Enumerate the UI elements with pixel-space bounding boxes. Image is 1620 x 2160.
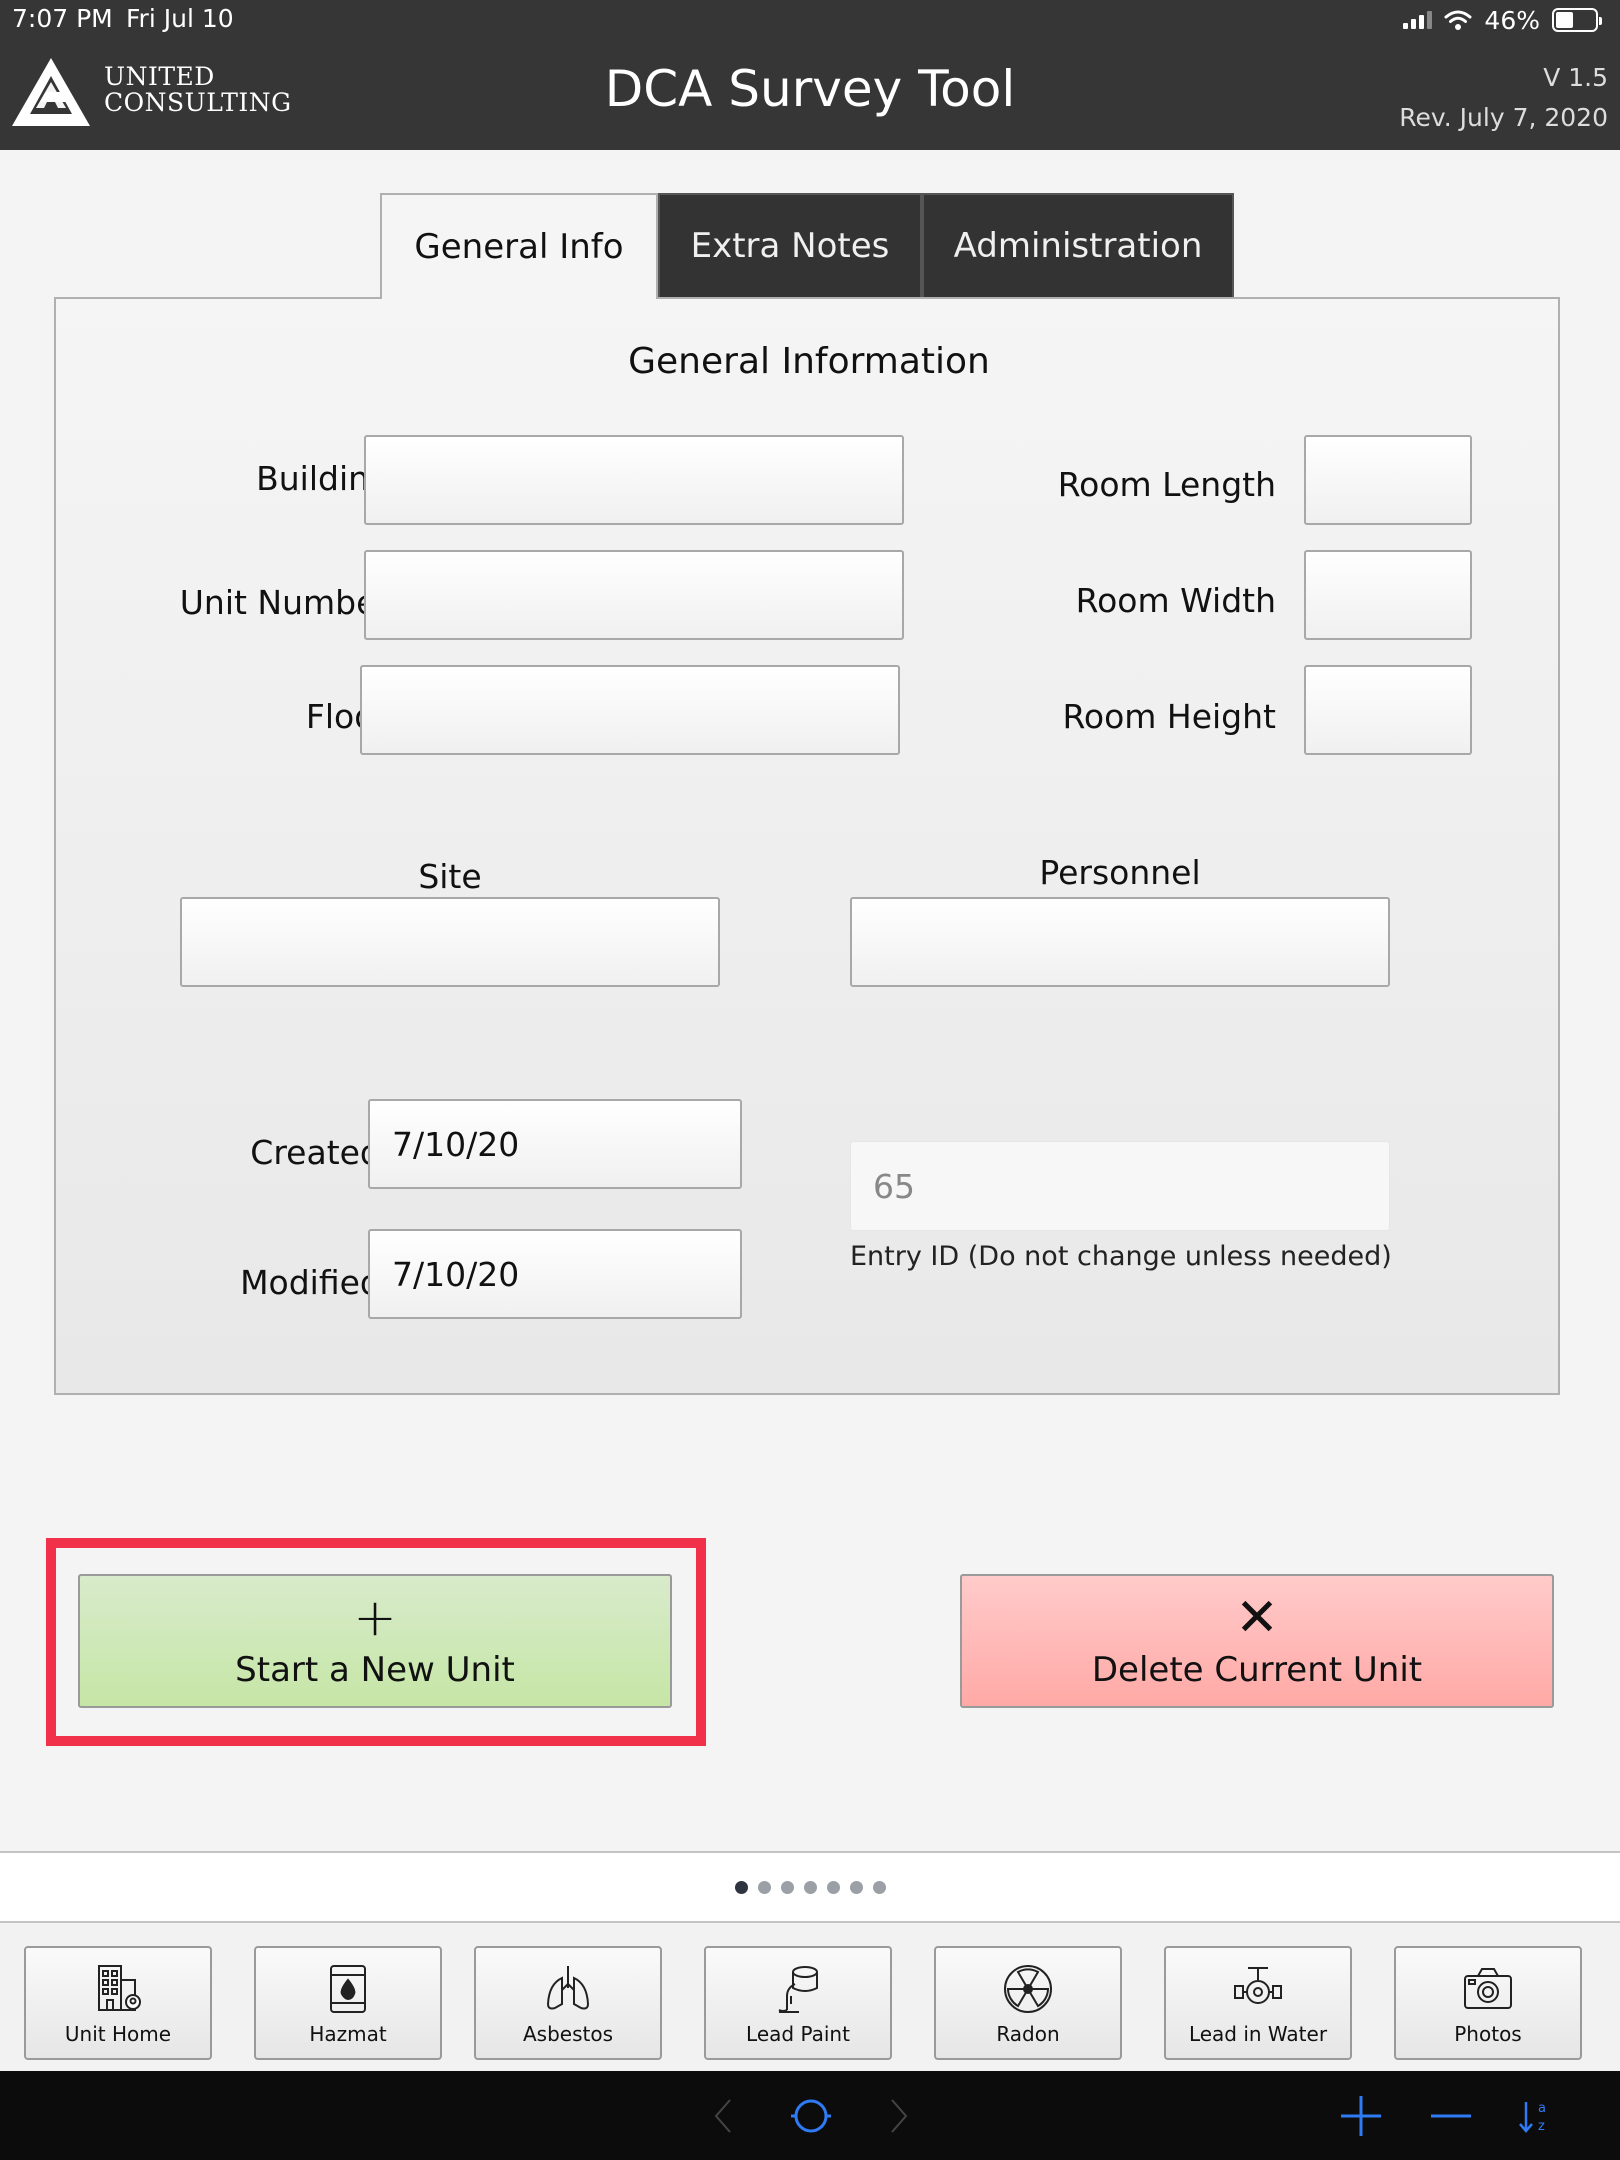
nav-radon-button[interactable]: Radon: [934, 1946, 1122, 2060]
personnel-label: Personnel: [1039, 853, 1201, 892]
zoom-out-minus-icon[interactable]: [1426, 2091, 1476, 2141]
panel-title: General Information: [628, 341, 990, 382]
nav-hazmat-button[interactable]: Hazmat: [254, 1946, 442, 2060]
paint-can-icon: [778, 1966, 818, 2013]
nav-asbestos-button[interactable]: Asbestos: [474, 1946, 662, 2060]
page-dot[interactable]: [872, 1881, 886, 1894]
room-height-input[interactable]: [1304, 665, 1472, 755]
nav-hazmat-label: Hazmat: [309, 2022, 387, 2046]
forward-chevron-icon[interactable]: [882, 2091, 916, 2141]
nav-lead-paint-button[interactable]: Lead Paint: [704, 1946, 892, 2060]
entry-id-hint: Entry ID (Do not change unless needed): [850, 1241, 1392, 1272]
general-info-panel: General Information Building Unit Number…: [54, 297, 1560, 1395]
page-dot[interactable]: [849, 1881, 863, 1894]
svg-text:a: a: [1538, 2101, 1546, 2116]
app-header: 7:07 PM Fri Jul 10 46% UNITED CONSULTING…: [0, 0, 1620, 150]
room-length-input[interactable]: [1304, 435, 1472, 525]
revision-date: Rev. July 7, 2020: [1399, 103, 1608, 132]
app-title: DCA Survey Tool: [604, 60, 1016, 118]
unit-number-input[interactable]: [364, 550, 904, 640]
battery-icon: [1552, 8, 1602, 32]
close-x-icon: ✕: [1235, 1588, 1279, 1648]
nav-photos-button[interactable]: Photos: [1394, 1946, 1582, 2060]
page-indicator-bar: [0, 1853, 1620, 1921]
room-length-label: Room Length: [1057, 465, 1276, 504]
room-width-label: Room Width: [1075, 581, 1276, 620]
home-circle-icon[interactable]: [784, 2091, 838, 2141]
version-info: V 1.5 Rev. July 7, 2020: [1399, 58, 1608, 138]
page-dot[interactable]: [803, 1881, 817, 1894]
bottom-navigation: Unit Home Hazmat Asbestos Lead Paint Rad…: [0, 1923, 1620, 2071]
personnel-input[interactable]: [850, 897, 1390, 987]
nav-asbestos-label: Asbestos: [522, 2022, 614, 2046]
delete-current-unit-button[interactable]: ✕ Delete Current Unit: [960, 1574, 1554, 1708]
building-icon: [98, 1965, 141, 2011]
start-new-unit-button[interactable]: + Start a New Unit: [78, 1574, 672, 1708]
nav-lead-in-water-button[interactable]: Lead in Water: [1164, 1946, 1352, 2060]
status-indicators: 46%: [1403, 4, 1602, 36]
sort-az-icon[interactable]: a z: [1516, 2091, 1556, 2141]
unit-number-label: Unit Number: [179, 583, 390, 622]
floor-input[interactable]: [360, 665, 900, 755]
page-dots[interactable]: [0, 1881, 1620, 1894]
nav-unit-home-label: Unit Home: [64, 2022, 172, 2046]
site-label: Site: [418, 857, 482, 896]
wifi-icon: [1444, 10, 1472, 30]
page-dot[interactable]: [780, 1881, 794, 1894]
nav-radon-label: Radon: [996, 2022, 1060, 2046]
page-dot[interactable]: [757, 1881, 771, 1894]
nav-photos-label: Photos: [1454, 2022, 1522, 2046]
tab-general-info[interactable]: General Info: [380, 193, 658, 299]
tab-extra-notes[interactable]: Extra Notes: [658, 193, 922, 299]
delete-current-unit-label: Delete Current Unit: [1091, 1650, 1423, 1690]
tab-administration[interactable]: Administration: [922, 193, 1234, 299]
room-height-label: Room Height: [1062, 697, 1276, 736]
nav-lead-in-water-label: Lead in Water: [1188, 2022, 1328, 2046]
water-valve-icon: [1234, 1967, 1282, 2004]
svg-text:z: z: [1538, 2119, 1545, 2134]
nav-unit-home-button[interactable]: Unit Home: [24, 1946, 212, 2060]
created-date-input[interactable]: [368, 1099, 742, 1189]
cellular-signal-icon: [1403, 11, 1433, 29]
battery-percent: 46%: [1484, 5, 1540, 35]
modified-date-input[interactable]: [368, 1229, 742, 1319]
site-input[interactable]: [180, 897, 720, 987]
room-width-input[interactable]: [1304, 550, 1472, 640]
entry-id-input[interactable]: [850, 1141, 1390, 1231]
plus-icon: +: [353, 1588, 397, 1648]
version-number: V 1.5: [1543, 63, 1608, 92]
start-new-unit-label: Start a New Unit: [235, 1650, 515, 1690]
zoom-in-plus-icon[interactable]: [1336, 2091, 1386, 2141]
camera-icon: [1464, 1968, 1512, 2009]
lungs-icon: [546, 1966, 590, 2010]
back-chevron-icon[interactable]: [706, 2091, 740, 2141]
radiation-icon: [1004, 1965, 1052, 2013]
browser-toolbar: a z: [0, 2071, 1620, 2160]
page-dot[interactable]: [734, 1881, 748, 1894]
hazmat-barrel-icon: [330, 1965, 366, 2013]
status-date: Fri Jul 10: [126, 4, 234, 33]
building-input[interactable]: [364, 435, 904, 525]
page-dot[interactable]: [826, 1881, 840, 1894]
nav-lead-paint-label: Lead Paint: [746, 2022, 850, 2046]
status-time: 7:07 PM: [12, 4, 113, 33]
